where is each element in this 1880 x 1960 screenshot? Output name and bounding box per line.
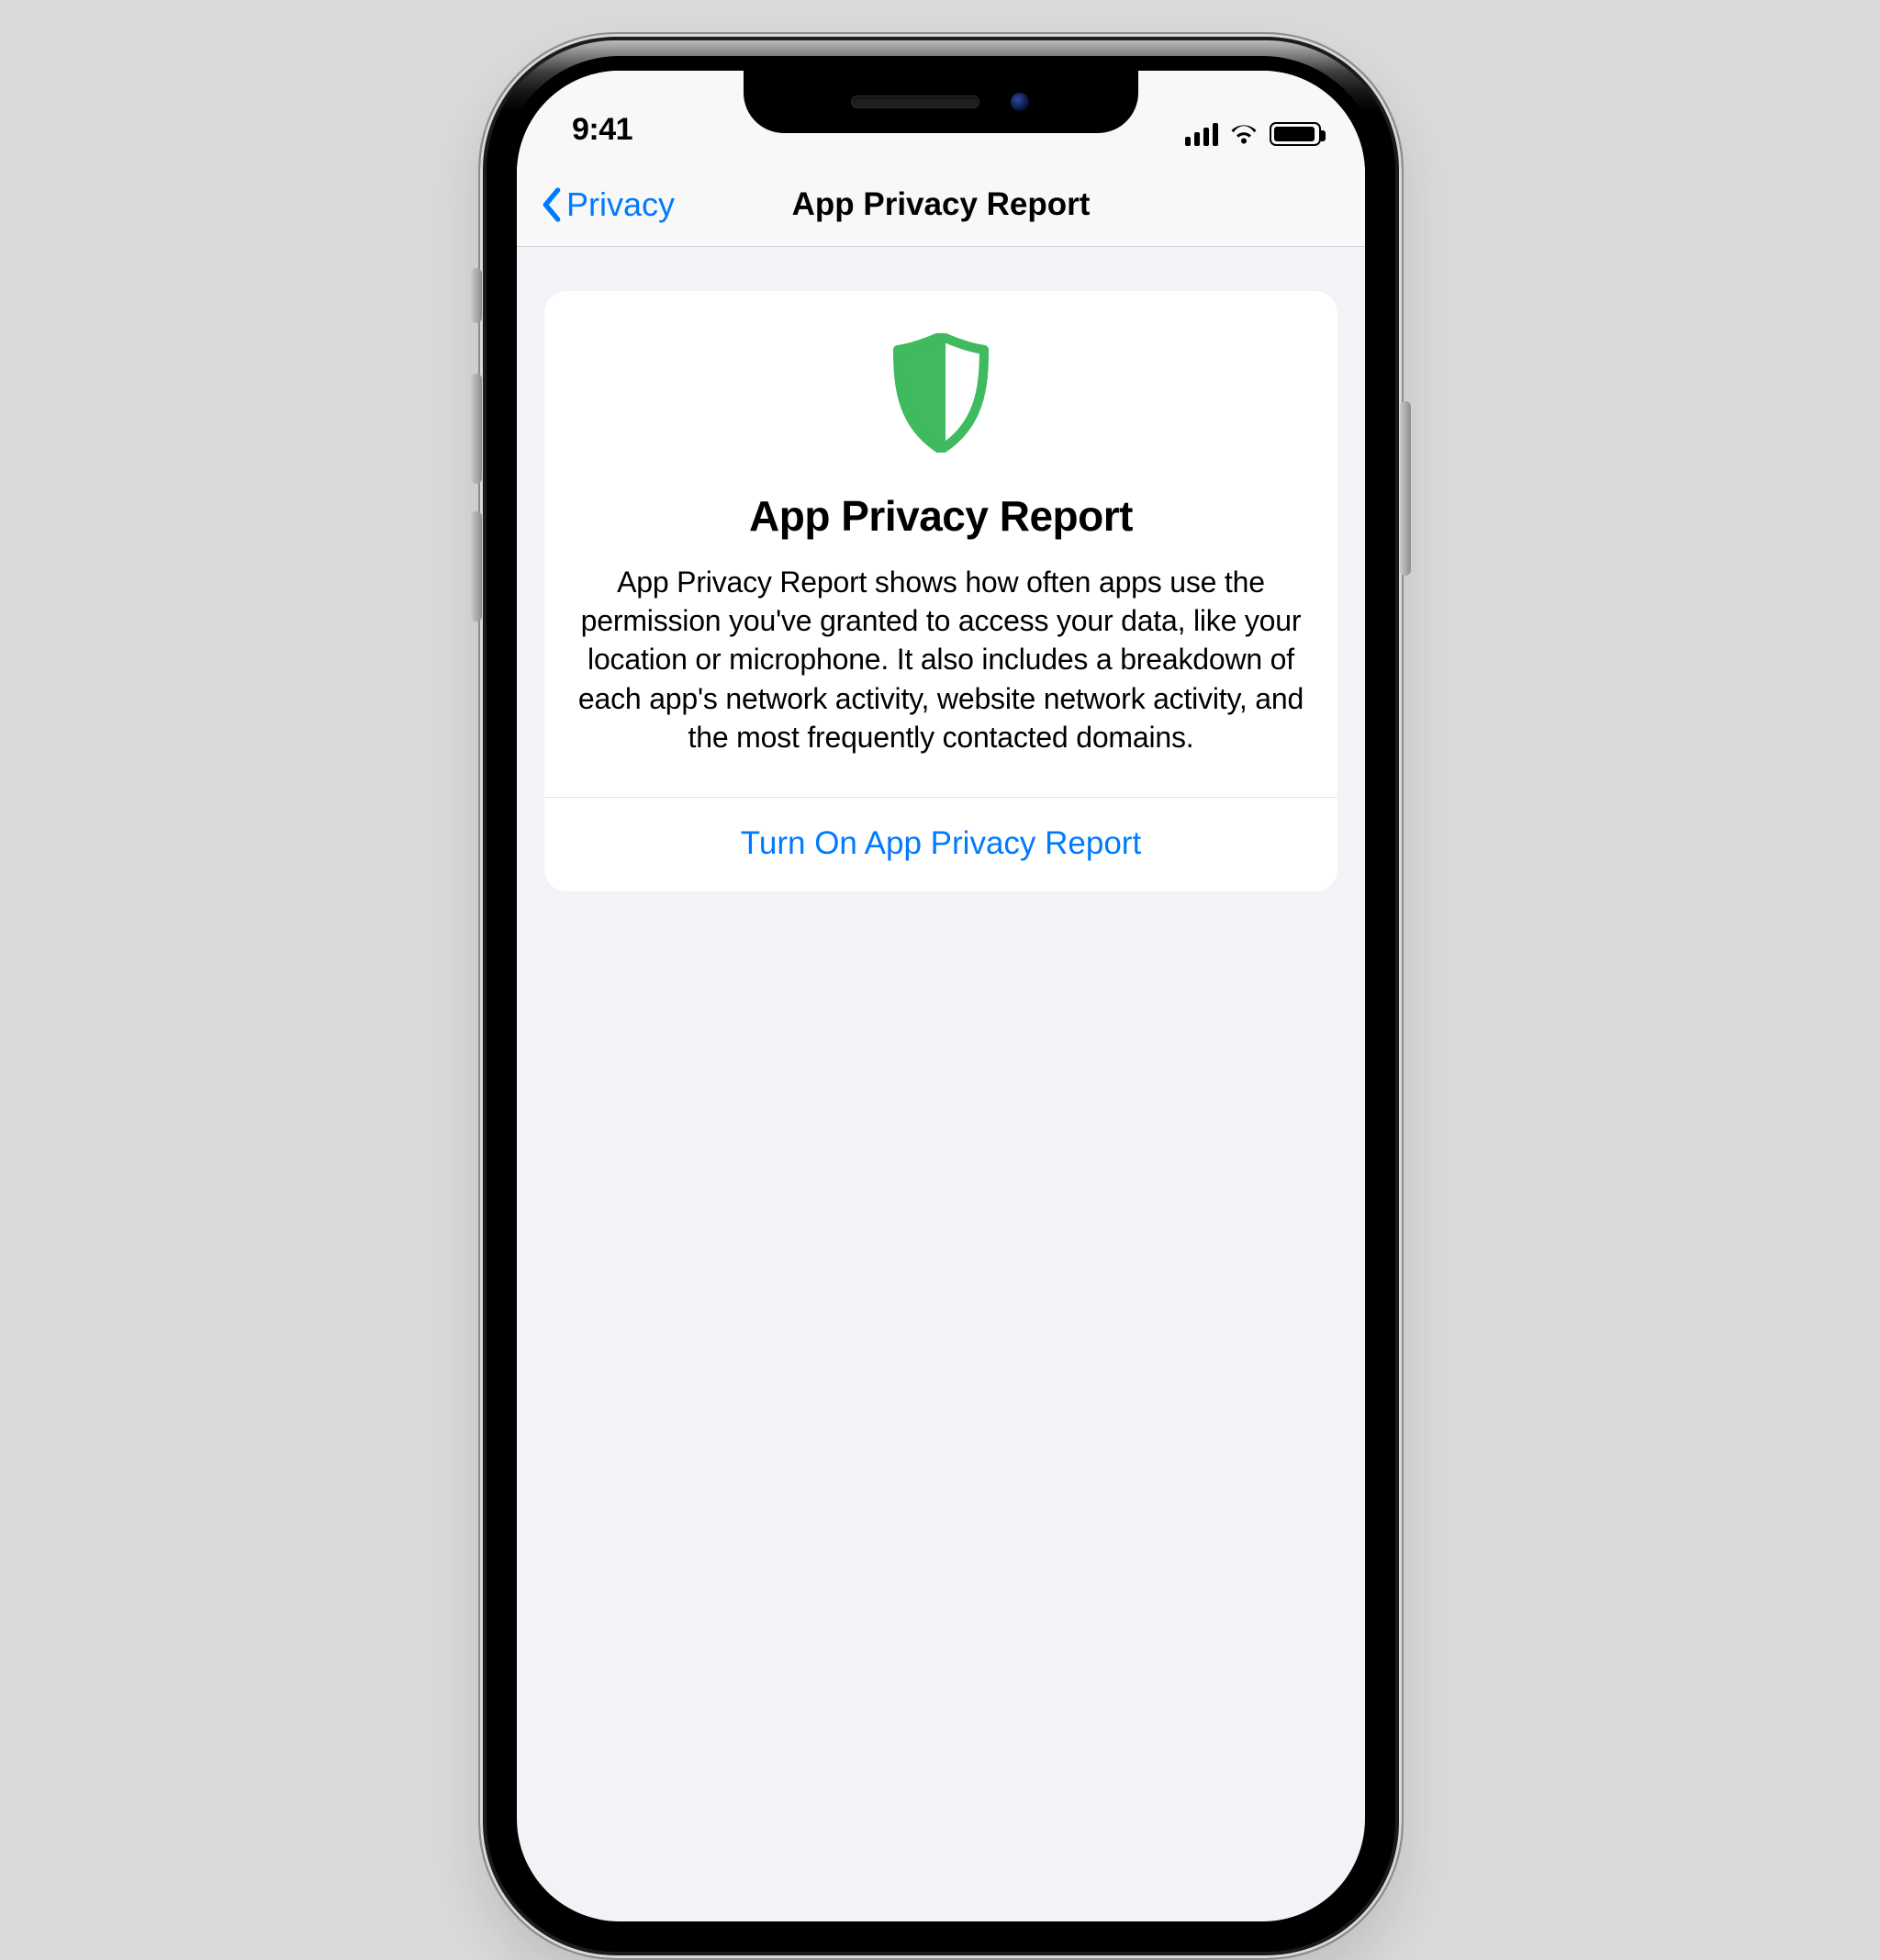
volume-down-button [471, 511, 482, 622]
card-description: App Privacy Report shows how often apps … [544, 563, 1337, 756]
content-area: App Privacy Report App Privacy Report sh… [517, 247, 1365, 891]
screen: 9:41 Privacy [517, 71, 1365, 1921]
cellular-icon [1185, 124, 1218, 146]
volume-up-button [471, 374, 482, 484]
nav-header: Privacy App Privacy Report [517, 162, 1365, 247]
info-card: App Privacy Report App Privacy Report sh… [544, 291, 1337, 891]
front-camera [1009, 91, 1031, 113]
shield-icon [890, 333, 991, 453]
turn-on-button[interactable]: Turn On App Privacy Report [544, 798, 1337, 891]
notch [744, 71, 1138, 133]
status-time: 9:41 [572, 112, 632, 148]
speaker-grill [851, 95, 979, 108]
status-icons [1185, 122, 1321, 146]
wifi-icon [1229, 124, 1259, 146]
phone-frame: 9:41 Privacy [478, 32, 1404, 1960]
card-title: App Privacy Report [544, 491, 1337, 541]
battery-icon [1270, 122, 1321, 146]
power-button [1400, 401, 1411, 576]
mute-switch [471, 268, 482, 323]
chevron-left-icon [539, 186, 565, 223]
back-button[interactable]: Privacy [539, 185, 675, 224]
back-label: Privacy [566, 185, 675, 224]
phone-bezel: 9:41 Privacy [502, 56, 1380, 1936]
